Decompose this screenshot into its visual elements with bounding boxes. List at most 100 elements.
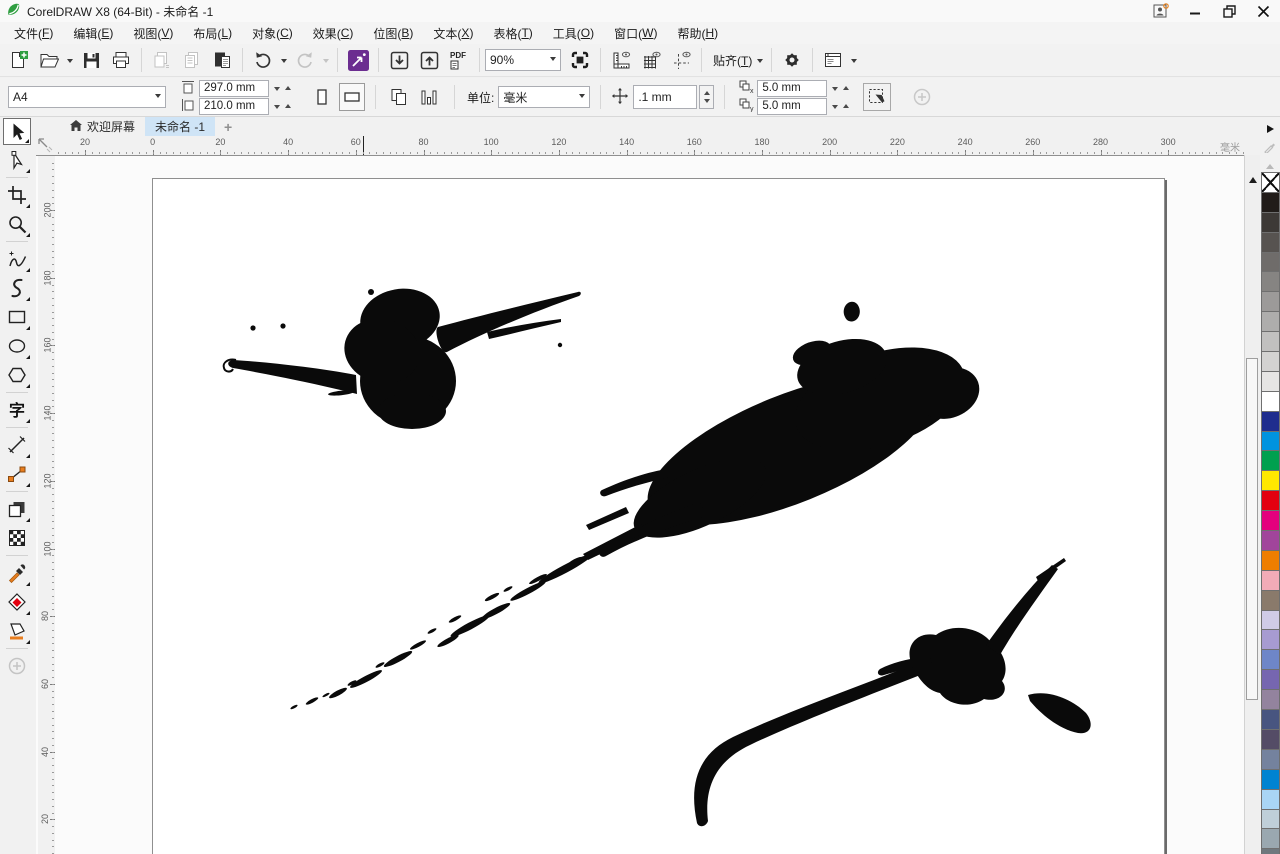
swatch-6e86c8[interactable] [1260, 649, 1280, 671]
app-launcher-button[interactable] [345, 47, 371, 73]
tab-document-untitled[interactable]: 未命名 -1 [145, 117, 216, 136]
vertical-scrollbar[interactable] [1244, 155, 1260, 854]
tool-transparency[interactable] [3, 524, 31, 552]
palette-scroll-up[interactable] [1266, 160, 1274, 169]
show-grid-toggle[interactable] [638, 47, 664, 73]
swatch-3d3936[interactable] [1260, 211, 1280, 233]
page-height-input[interactable]: 210.0 mm [199, 97, 269, 115]
swatch-d3d2d1[interactable] [1260, 351, 1280, 372]
save-button[interactable] [78, 47, 104, 73]
current-page-button[interactable] [416, 83, 442, 111]
ink-splatter-trail[interactable] [290, 551, 594, 710]
menu-item-2[interactable]: 视图(V) [123, 22, 183, 44]
swatch-f2abb7[interactable] [1260, 569, 1280, 591]
swatch-cfcbe7[interactable] [1260, 609, 1280, 631]
duplicate-x-spinner[interactable] [832, 83, 850, 94]
menu-item-0[interactable]: 文件(F) [4, 22, 63, 44]
menu-item-10[interactable]: 窗口(W) [604, 22, 667, 44]
window-layout-dropdown[interactable] [848, 47, 860, 73]
swatch-9aa8b0[interactable] [1260, 828, 1280, 850]
zoom-level-combo[interactable]: 90% [485, 49, 561, 71]
vertical-ruler[interactable]: 200 180 160 140 120 100 80 60 40 20 [38, 156, 55, 854]
show-rulers-toggle[interactable] [608, 47, 634, 73]
open-button[interactable] [36, 47, 62, 73]
swatch-no-fill[interactable] [1260, 172, 1280, 193]
page-height-spinner[interactable] [274, 101, 291, 112]
tool-drop-shadow[interactable] [3, 495, 31, 523]
nudge-distance-input[interactable]: .1 mm [633, 85, 698, 109]
new-document-tab-button[interactable]: + [215, 117, 241, 136]
swatch-544c66[interactable] [1260, 728, 1280, 750]
menu-item-6[interactable]: 位图(B) [363, 22, 423, 44]
palette-flyout-arrow[interactable] [1266, 125, 1278, 133]
tool-add-tools[interactable] [3, 652, 31, 680]
menu-item-9[interactable]: 工具(O) [543, 22, 604, 44]
close-button[interactable] [1246, 0, 1280, 22]
undo-button[interactable] [250, 47, 276, 73]
tool-smart-fill[interactable] [3, 617, 31, 645]
tool-parallel-dimension[interactable] [3, 431, 31, 459]
swatch-ffffff[interactable] [1260, 390, 1280, 412]
swatch-ffe800[interactable] [1260, 470, 1280, 492]
full-screen-preview-button[interactable] [567, 47, 593, 73]
units-combo[interactable]: 毫米 [498, 86, 591, 108]
tool-crop[interactable] [3, 181, 31, 209]
swatch-7666b0[interactable] [1260, 669, 1280, 691]
scroll-up-arrow[interactable] [1245, 173, 1260, 183]
undo-dropdown[interactable] [278, 47, 290, 73]
open-dropdown[interactable] [64, 47, 76, 73]
duplicate-x-input[interactable]: 5.0 mm [757, 79, 828, 97]
tool-zoom[interactable] [3, 210, 31, 238]
tool-polygon[interactable] [3, 361, 31, 389]
account-button[interactable] [1144, 0, 1178, 22]
scrollbar-thumb[interactable] [1246, 358, 1258, 700]
swatch-1f2d8e[interactable] [1260, 410, 1280, 432]
swatch-ee7e00[interactable] [1260, 549, 1280, 571]
show-guidelines-toggle[interactable] [668, 47, 694, 73]
swatch-0083d1[interactable] [1260, 768, 1280, 790]
swatch-e30010[interactable] [1260, 490, 1280, 512]
swatch-868482[interactable] [1260, 271, 1280, 293]
palette-eyedropper-icon[interactable] [1264, 141, 1276, 156]
menu-item-7[interactable]: 文本(X) [423, 22, 483, 44]
duplicate-y-spinner[interactable] [832, 101, 850, 112]
zoom-level-caret[interactable] [550, 57, 556, 64]
tab-welcome-screen[interactable]: 欢迎屏幕 [60, 117, 145, 136]
tool-connector[interactable] [3, 460, 31, 488]
swatch-211c19[interactable] [1260, 191, 1280, 213]
swatch-c1c0bf[interactable] [1260, 331, 1280, 353]
ruler-origin-icon[interactable] [36, 136, 54, 155]
ink-shape-bottom-right[interactable] [694, 558, 1091, 827]
page-width-spinner[interactable] [274, 83, 291, 94]
nudge-spinner[interactable] [699, 85, 715, 109]
window-layout-button[interactable] [820, 47, 846, 73]
snap-to-label[interactable]: 贴齐(T) [713, 52, 752, 69]
restore-button[interactable] [1212, 0, 1246, 22]
swatch-aeadac[interactable] [1260, 311, 1280, 333]
menu-item-4[interactable]: 对象(C) [242, 22, 303, 44]
minimize-button[interactable] [1178, 0, 1212, 22]
export-button[interactable] [416, 47, 442, 73]
snap-to-dropdown[interactable] [754, 47, 766, 73]
horizontal-ruler[interactable]: 毫米 20 0 20 40 60 80 100 120 140 160 180 200 220 240 26… [54, 136, 1244, 155]
paste-button[interactable] [209, 47, 235, 73]
swatch-e6e5e4[interactable] [1260, 370, 1280, 392]
swatch-a79bd1[interactable] [1260, 629, 1280, 651]
swatch-6f6c6a[interactable] [1260, 251, 1280, 273]
swatch-485580[interactable] [1260, 709, 1280, 730]
tool-shape[interactable] [3, 146, 31, 174]
new-document-button[interactable] [6, 47, 32, 73]
swatch-74829e[interactable] [1260, 748, 1280, 770]
ink-shape-top-left[interactable] [222, 283, 581, 429]
menu-item-11[interactable]: 帮助(H) [667, 22, 728, 44]
options-button[interactable] [779, 47, 805, 73]
swatch-e4007d[interactable] [1260, 510, 1280, 532]
page-size-preset-combo[interactable]: A4 [8, 86, 166, 108]
tool-text[interactable]: 字 [3, 396, 31, 424]
tool-rectangle[interactable] [3, 303, 31, 331]
menu-item-3[interactable]: 布局(L) [183, 22, 242, 44]
duplicate-y-input[interactable]: 5.0 mm [757, 97, 828, 115]
tool-pick[interactable] [2, 118, 31, 145]
swatch-8a7a6b[interactable] [1260, 589, 1280, 611]
tool-ellipse[interactable] [3, 332, 31, 360]
